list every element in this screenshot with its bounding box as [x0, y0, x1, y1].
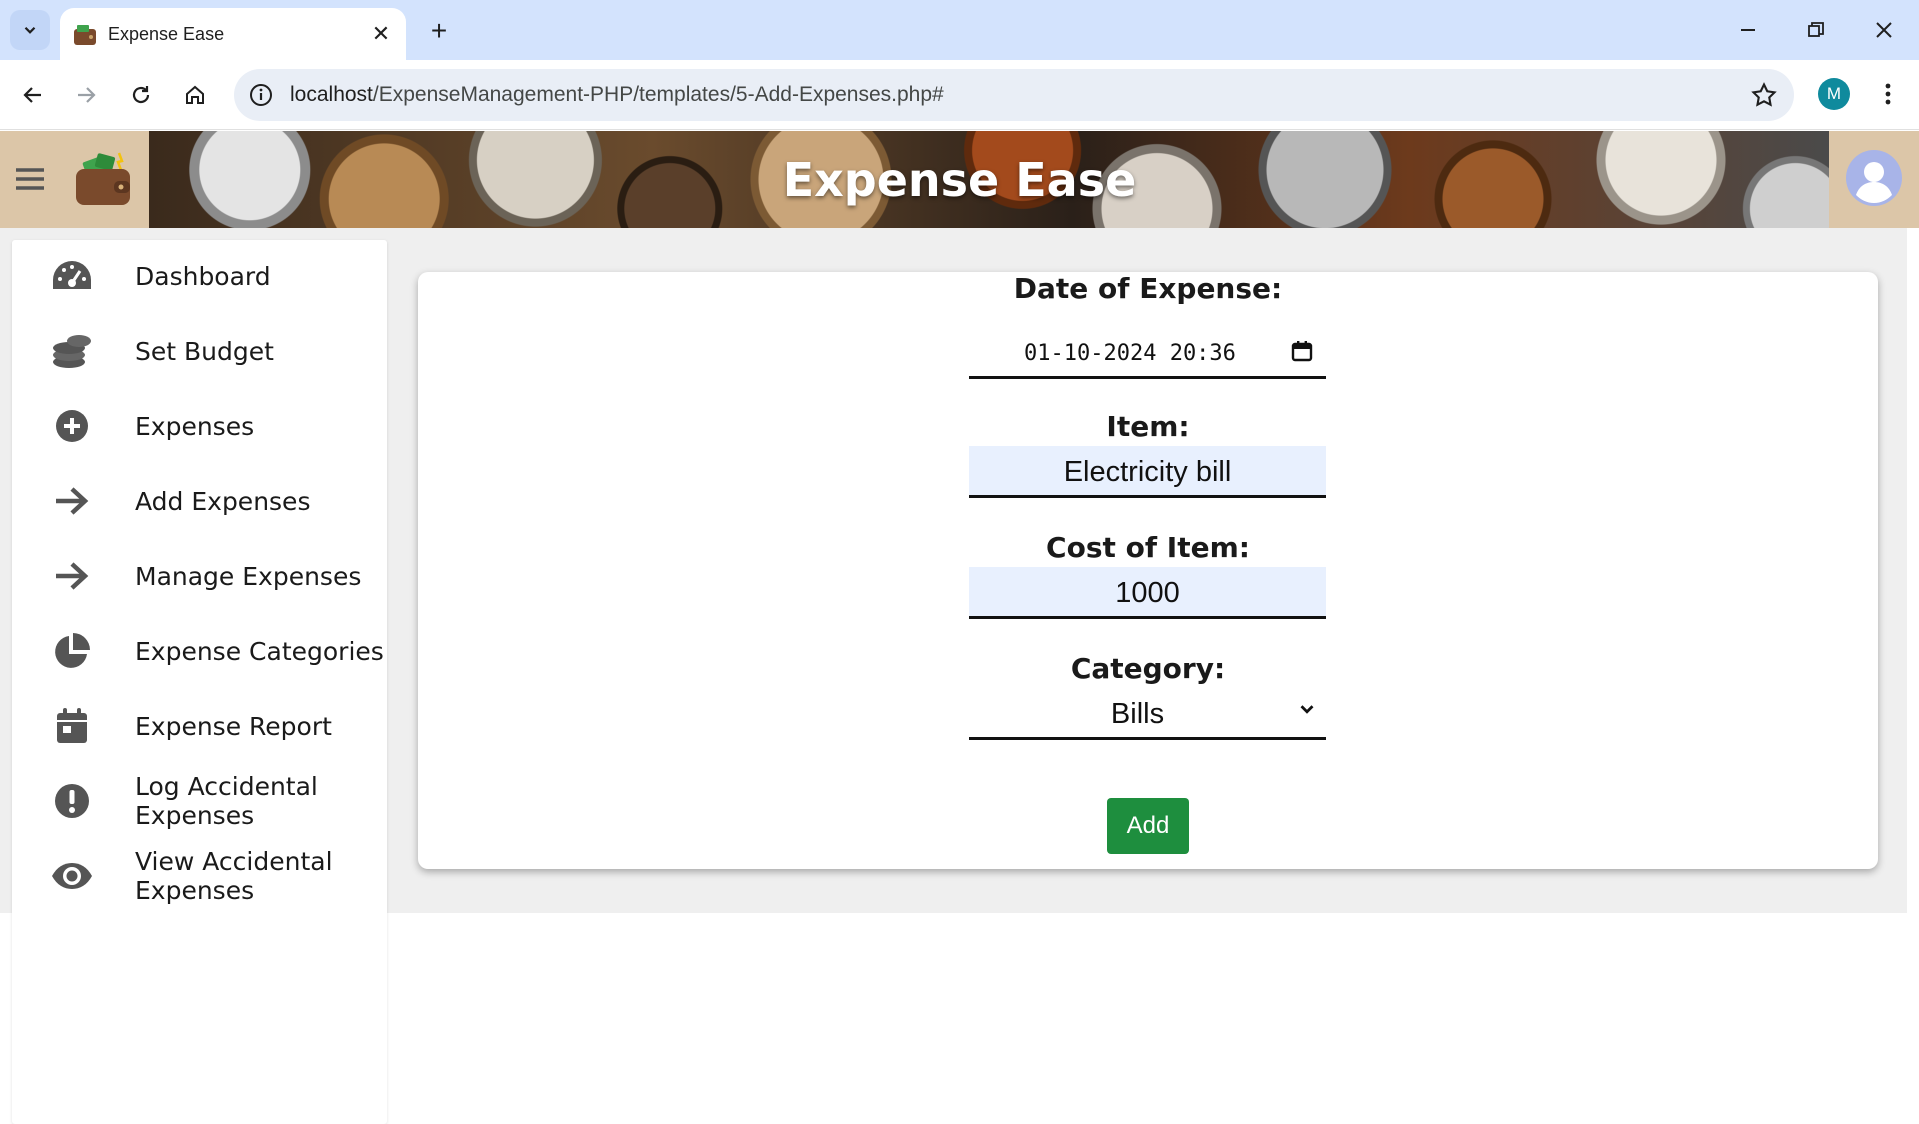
restore-icon[interactable]: [1796, 10, 1836, 50]
wallet-favicon-icon: [72, 21, 98, 47]
sidebar-item-set-budget[interactable]: Set Budget: [12, 315, 387, 387]
url-host: localhost: [290, 83, 373, 106]
minimize-icon[interactable]: [1728, 10, 1768, 50]
site-info-icon[interactable]: [248, 82, 274, 108]
tab-title: Expense Ease: [108, 23, 225, 44]
sidebar-item-expenses[interactable]: Expenses: [12, 390, 387, 462]
reload-icon[interactable]: [121, 75, 161, 115]
new-tab-icon[interactable]: +: [422, 14, 456, 48]
date-input[interactable]: 01-10-2024 20:36: [969, 327, 1326, 379]
app-header: Expense Ease: [0, 131, 1919, 228]
cost-value: 1000: [1115, 576, 1180, 609]
profile-initial: M: [1826, 84, 1842, 103]
exclamation-circle-icon: [50, 779, 94, 823]
chevron-down-icon: [1300, 705, 1314, 714]
sidebar-item-dashboard[interactable]: Dashboard: [12, 240, 387, 312]
date-value: 01-10-2024 20:36: [1024, 340, 1236, 366]
sidebar-item-label: View Accidental Expenses: [135, 847, 333, 905]
cost-input[interactable]: 1000: [969, 567, 1326, 619]
sidebar-item-expense-report[interactable]: Expense Report: [12, 690, 387, 762]
sidebar-item-label: Expenses: [135, 411, 255, 441]
close-window-icon[interactable]: [1864, 10, 1904, 50]
calendar-icon: [50, 704, 94, 748]
hamburger-menu-icon[interactable]: [14, 163, 46, 195]
cost-label: Cost of Item:: [1046, 531, 1250, 564]
coins-banner-image: [149, 131, 1829, 228]
browser-tab-bar: Expense Ease ✕ +: [0, 0, 1919, 60]
category-label: Category:: [1070, 652, 1226, 685]
calendar-picker-icon[interactable]: [1290, 339, 1314, 363]
item-value: Electricity bill: [1063, 455, 1232, 488]
wallet-logo-icon: [76, 152, 130, 205]
browser-tab[interactable]: Expense Ease ✕: [60, 8, 406, 60]
url-path: /ExpenseManagement-PHP/templates/5-Add-E…: [372, 83, 944, 106]
forward-icon[interactable]: [66, 75, 106, 115]
sidebar-item-label: Add Expenses: [135, 486, 311, 516]
browser-toolbar: localhost/ExpenseManagement-PHP/template…: [0, 60, 1919, 130]
sidebar-item-manage-expenses[interactable]: Manage Expenses: [12, 540, 387, 612]
sidebar-item-label: Manage Expenses: [135, 561, 362, 591]
back-icon[interactable]: [13, 75, 53, 115]
sidebar-item-view-accidental-expenses[interactable]: View Accidental Expenses: [12, 840, 387, 912]
eye-icon: [50, 854, 94, 898]
arrow-right-icon: [50, 554, 94, 598]
sidebar-item-label: Log Accidental Expenses: [135, 772, 318, 830]
sidebar-item-label: Dashboard: [135, 261, 271, 291]
add-button[interactable]: Add: [1107, 798, 1189, 854]
sidebar-item-label: Set Budget: [135, 336, 274, 366]
date-label: Date of Expense:: [1013, 272, 1283, 305]
category-select[interactable]: Bills: [969, 688, 1326, 740]
profile-avatar[interactable]: M: [1818, 78, 1850, 110]
user-avatar-icon[interactable]: [1845, 149, 1903, 207]
chevron-down-icon: [24, 26, 36, 34]
plus-circle-icon: [50, 404, 94, 448]
item-input[interactable]: Electricity bill: [969, 446, 1326, 498]
browser-menu-icon[interactable]: [1872, 76, 1904, 112]
sidebar-item-label: Expense Report: [135, 711, 332, 741]
coins-icon: [50, 329, 94, 373]
sidebar: Dashboard Set Budget Expenses Add Expens…: [12, 240, 387, 1124]
pie-chart-icon: [50, 629, 94, 673]
category-value: Bills: [1110, 697, 1165, 730]
tab-close-icon[interactable]: ✕: [368, 21, 394, 47]
item-label: Item:: [1106, 410, 1190, 443]
bookmark-star-icon[interactable]: [1750, 81, 1778, 109]
sidebar-item-log-accidental-expenses[interactable]: Log Accidental Expenses: [12, 765, 387, 837]
home-icon[interactable]: [175, 75, 215, 115]
address-bar[interactable]: localhost/ExpenseManagement-PHP/template…: [234, 69, 1794, 121]
arrow-right-icon: [50, 479, 94, 523]
sidebar-item-expense-categories[interactable]: Expense Categories: [12, 615, 387, 687]
url-text[interactable]: localhost/ExpenseManagement-PHP/template…: [290, 83, 944, 107]
sidebar-item-label: Expense Categories: [135, 636, 384, 666]
add-expense-form: Date of Expense: 01-10-2024 20:36 Item: …: [418, 272, 1878, 869]
sidebar-item-add-expenses[interactable]: Add Expenses: [12, 465, 387, 537]
tab-search-button[interactable]: [10, 10, 50, 50]
gauge-icon: [50, 254, 94, 298]
